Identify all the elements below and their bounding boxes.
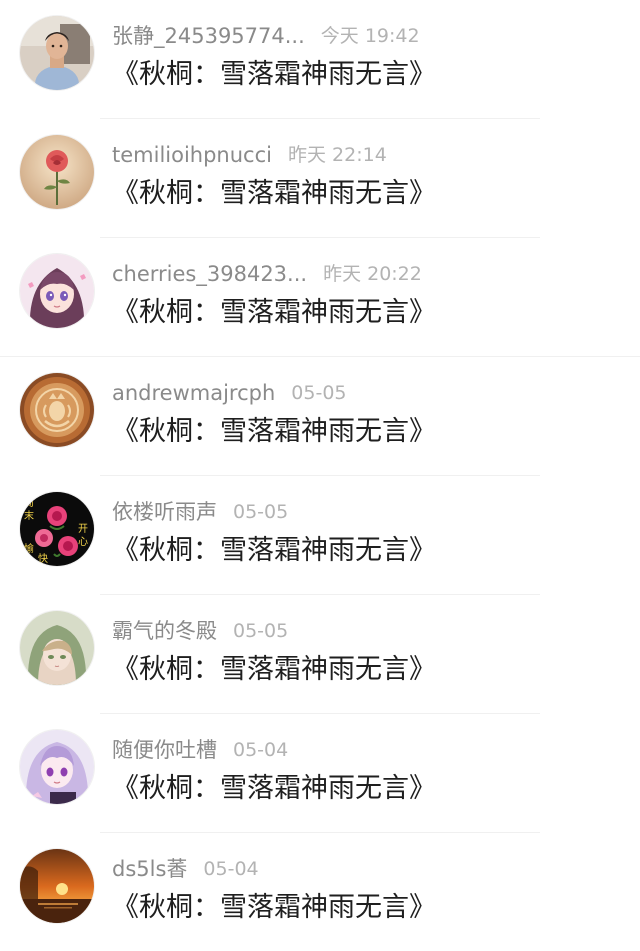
timestamp: 05-05 — [233, 620, 289, 642]
timestamp: 05-04 — [233, 739, 289, 761]
comment-item[interactable]: 张静_245395774... 今天 19:42 《秋桐：雪落霜神雨无言》 — [0, 0, 640, 119]
rose-avatar[interactable] — [20, 135, 94, 209]
username[interactable]: andrewmajrcph — [112, 379, 275, 407]
timestamp: 05-05 — [233, 501, 289, 523]
timestamp: 昨天 20:22 — [323, 263, 422, 285]
comment-meta: ds5ls萫 05-04 — [112, 855, 259, 883]
comment-item[interactable]: temilioihpnucci 昨天 22:14 《秋桐：雪落霜神雨无言》 — [0, 119, 640, 238]
username[interactable]: temilioihpnucci — [112, 141, 272, 169]
comment-item[interactable]: 霸气的冬殿 05-05 《秋桐：雪落霜神雨无言》 — [0, 595, 640, 714]
comment-meta: cherries_398423... 昨天 20:22 — [112, 260, 422, 288]
comment-text: 《秋桐：雪落霜神雨无言》 — [112, 535, 436, 566]
avatar-text: 开 — [78, 524, 88, 535]
avatar-text: 末 — [24, 509, 34, 522]
username[interactable]: 张静_245395774... — [112, 22, 305, 50]
comment-text: 《秋桐：雪落霜神雨无言》 — [112, 773, 436, 804]
comment-item[interactable]: 随便你吐槽 05-04 《秋桐：雪落霜神雨无言》 — [0, 714, 640, 833]
avatar-text: 愉 — [24, 542, 34, 555]
avatar-text: 周 — [24, 497, 34, 509]
comment-item[interactable]: cherries_398423... 昨天 20:22 《秋桐：雪落霜神雨无言》 — [0, 238, 640, 357]
hooded-girl-avatar[interactable] — [20, 611, 94, 685]
username[interactable]: 依楼听雨声 — [112, 498, 217, 526]
username[interactable]: ds5ls萫 — [112, 855, 187, 883]
sunset-avatar[interactable] — [20, 849, 94, 923]
latte-art-avatar[interactable] — [20, 373, 94, 447]
comment-meta: 随便你吐槽 05-04 — [112, 736, 288, 764]
comment-meta: 霸气的冬殿 05-05 — [112, 617, 288, 645]
timestamp: 05-04 — [203, 858, 259, 880]
comment-text: 《秋桐：雪落霜神雨无言》 — [112, 892, 436, 923]
comment-item[interactable]: 周 末 开 心 愉 快 依楼听雨声 05-05 《秋桐：雪落霜神雨无言》 — [0, 476, 640, 595]
anime-girl-avatar[interactable] — [20, 254, 94, 328]
purple-anime-avatar[interactable] — [20, 730, 94, 804]
comment-meta: 依楼听雨声 05-05 — [112, 498, 288, 526]
comment-text: 《秋桐：雪落霜神雨无言》 — [112, 297, 436, 328]
timestamp: 05-05 — [291, 382, 347, 404]
comment-meta: temilioihpnucci 昨天 22:14 — [112, 141, 387, 169]
comment-item[interactable]: andrewmajrcph 05-05 《秋桐：雪落霜神雨无言》 — [0, 357, 640, 476]
child-photo-avatar[interactable] — [20, 16, 94, 90]
username[interactable]: 随便你吐槽 — [112, 736, 217, 764]
comment-item[interactable]: ds5ls萫 05-04 《秋桐：雪落霜神雨无言》 — [0, 833, 640, 951]
comment-meta: andrewmajrcph 05-05 — [112, 379, 347, 407]
avatar-text: 心 — [78, 536, 88, 548]
comment-text: 《秋桐：雪落霜神雨无言》 — [112, 416, 436, 447]
timestamp: 昨天 22:14 — [287, 144, 387, 166]
comment-text: 《秋桐：雪落霜神雨无言》 — [112, 59, 436, 90]
comment-meta: 张静_245395774... 今天 19:42 — [112, 22, 420, 50]
comment-text: 《秋桐：雪落霜神雨无言》 — [112, 178, 436, 209]
avatar-text: 快 — [38, 553, 48, 565]
username[interactable]: cherries_398423... — [112, 260, 307, 288]
pink-roses-avatar[interactable]: 周 末 开 心 愉 快 — [20, 492, 94, 566]
comment-text: 《秋桐：雪落霜神雨无言》 — [112, 654, 436, 685]
username[interactable]: 霸气的冬殿 — [112, 617, 217, 645]
comment-list: 张静_245395774... 今天 19:42 《秋桐：雪落霜神雨无言》 te… — [0, 0, 640, 951]
timestamp: 今天 19:42 — [320, 25, 420, 47]
